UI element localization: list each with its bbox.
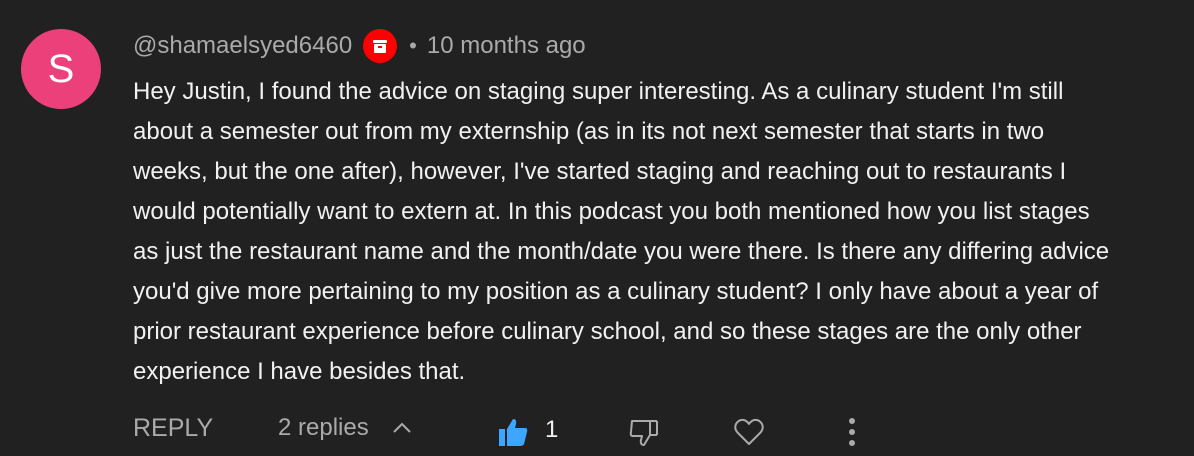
comment-text: Hey Justin, I found the advice on stagin…	[133, 78, 1110, 385]
author-name[interactable]: @shamaelsyed6460	[133, 32, 352, 60]
like-count: 1	[545, 416, 559, 443]
separator-dot: •	[409, 33, 417, 58]
avatar[interactable]: S	[21, 29, 101, 109]
chevron-up-icon	[393, 422, 411, 433]
reply-button[interactable]: REPLY	[133, 414, 213, 443]
comment-header: @shamaelsyed6460 • 10 months ago	[133, 28, 586, 64]
timestamp[interactable]: 10 months ago	[427, 32, 586, 60]
comment: S @shamaelsyed6460 • 10 months ago Hey J…	[0, 0, 1194, 456]
replies-toggle[interactable]: 2 replies	[278, 414, 413, 442]
more-vert-icon[interactable]	[836, 414, 868, 450]
avatar-letter: S	[47, 46, 75, 91]
comment-actions: REPLY 2 replies 1	[0, 410, 1194, 456]
replies-label: 2 replies	[278, 414, 369, 441]
thumbs-down-icon[interactable]	[628, 416, 660, 448]
heart-icon[interactable]	[733, 416, 765, 448]
membership-badge-icon	[363, 29, 398, 63]
thumbs-up-icon[interactable]	[497, 416, 529, 448]
